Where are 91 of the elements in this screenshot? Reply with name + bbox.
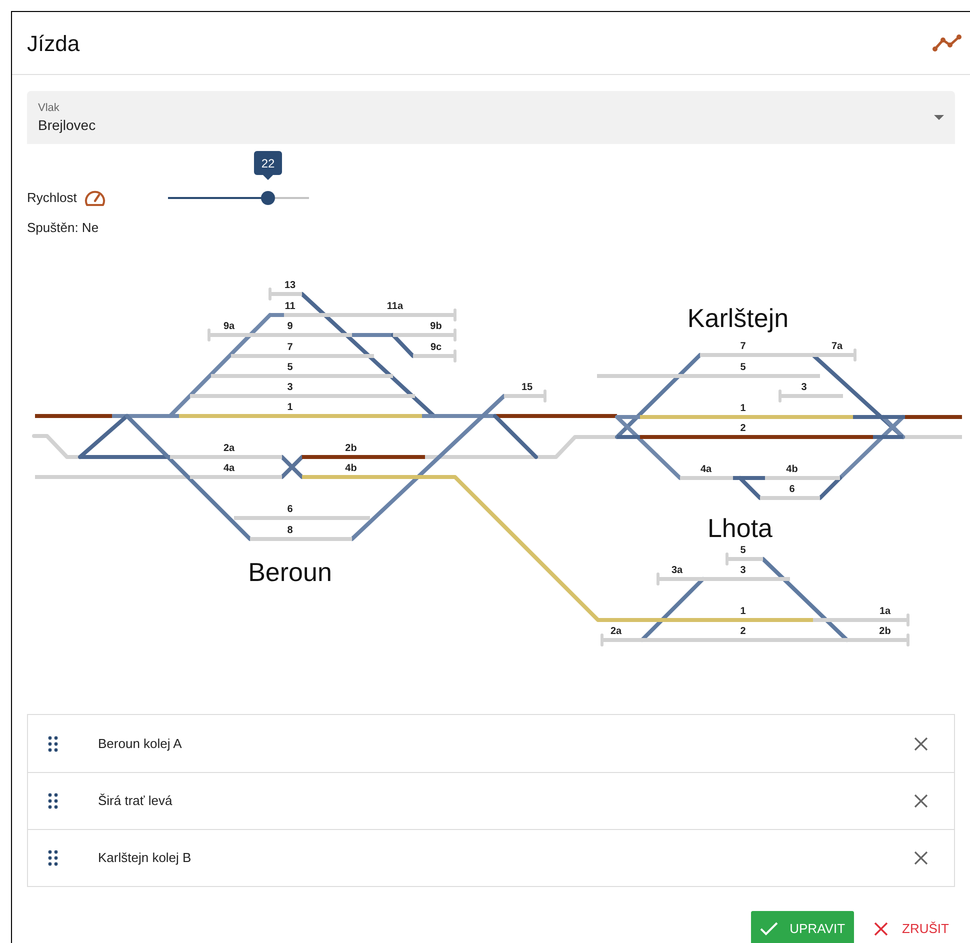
switch-track[interactable] [78,414,129,459]
switch-track[interactable] [615,415,682,480]
drag-handle-icon[interactable] [48,850,58,866]
track-label: 11 [284,301,296,312]
track-label: 2b [879,626,891,637]
track-segment[interactable] [231,354,374,358]
checkmark-icon [760,922,778,936]
track-label: 7 [740,341,746,352]
track-segment[interactable] [504,390,546,402]
track-label: 7 [287,342,293,353]
close-icon [874,922,888,936]
value-tooltip: 22 [254,151,282,180]
track-crossing [280,455,304,479]
switch-track[interactable] [125,414,252,541]
track-segment[interactable] [726,552,763,566]
close-icon[interactable] [914,736,928,750]
station-name: Lhota [707,513,773,543]
track-segment[interactable] [268,288,302,300]
drag-handle-icon[interactable] [48,793,58,809]
track-segment[interactable] [413,350,456,362]
track-label: 3 [287,382,293,393]
train-select[interactable]: Vlak Brejlovec [27,91,955,144]
track-label: 11a [386,301,404,312]
track-label: 3 [801,382,807,393]
track-label: 1a [879,606,891,617]
track-label: 1 [740,403,746,414]
cancel-button[interactable]: ZRUŠIT [872,911,951,943]
track-label: 3a [671,565,683,576]
track-segment[interactable] [302,475,435,479]
track-label: 4a [223,463,235,474]
track-label: 3 [740,565,746,576]
route-item-text: Širá trať levá [98,792,174,810]
track-label: 13 [284,280,296,291]
track-label: 2b [345,443,357,454]
select-value: Brejlovec [38,116,96,134]
track-label: 5 [740,545,746,556]
select-label: Vlak [38,100,60,114]
track-segment[interactable] [813,614,910,626]
track-segment[interactable] [393,328,456,342]
track-segment[interactable] [845,634,910,646]
track-segment[interactable] [250,537,352,541]
track-label: 4b [786,464,798,475]
track-label: 15 [521,382,533,393]
track-label: 9a [223,321,235,332]
track-label: 6 [287,504,293,515]
track-segment[interactable] [234,516,370,520]
route-item-text: Karlštejn kolej B [98,849,192,868]
track-segment[interactable] [760,496,820,500]
track-segment[interactable] [600,634,640,646]
switch-track[interactable] [818,476,842,500]
track-segment[interactable] [211,374,393,378]
close-icon[interactable] [914,851,928,865]
track-label: 9b [430,321,442,332]
track-label: 2 [740,423,746,434]
track-segment[interactable] [208,328,249,342]
dropdown-caret-icon [934,115,944,120]
track-label: 9c [430,342,442,353]
track-segment[interactable] [778,390,843,402]
switch-track[interactable] [391,333,415,358]
switch-track[interactable] [615,353,702,439]
drag-handle-icon[interactable] [48,736,58,752]
switch-track[interactable] [493,414,538,459]
speedometer-icon [83,188,107,208]
track-label: 2a [223,443,235,454]
track-label: 9 [287,321,293,332]
track-label: 1 [287,402,293,413]
station-name: Karlštejn [687,303,789,333]
speed-label: Rychlost [27,189,78,208]
track-label: 1 [740,606,746,617]
route-item-text: Beroun kolej A [98,734,183,753]
track-label: 5 [740,362,746,373]
track-label: 7a [831,341,843,352]
track-label: 2a [610,626,622,637]
station-name: Beroun [248,557,332,587]
line-chart-icon[interactable] [932,34,962,52]
track-label: 4b [345,463,357,474]
track-segment[interactable] [597,374,820,378]
track-label: 6 [789,484,795,495]
track-label: 4a [700,464,712,475]
track-segment[interactable] [331,308,456,322]
window-title: Jízda [27,30,80,58]
track-segment[interactable] [190,394,415,398]
track-label: 8 [287,525,293,536]
track-segment[interactable] [656,572,713,586]
track-segment[interactable] [302,455,425,459]
track-label: 5 [287,362,293,373]
track-segment[interactable] [813,348,856,362]
close-icon[interactable] [914,794,928,808]
slider-thumb[interactable] [261,191,276,205]
running-status: Spuštěn: Ne [27,219,100,237]
track-label: 2 [740,626,746,637]
